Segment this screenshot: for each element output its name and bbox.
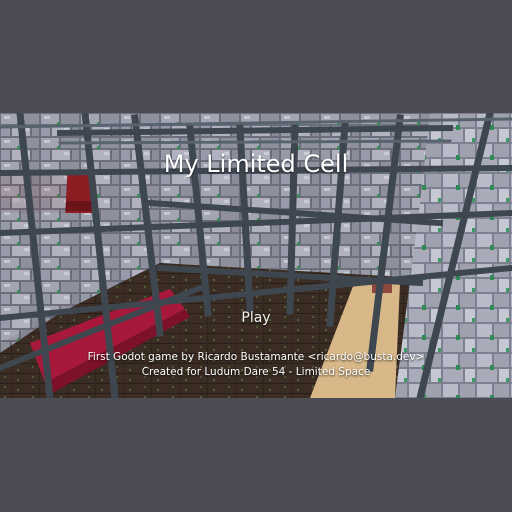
- credits-author: First Godot game by Ricardo Bustamante <…: [87, 351, 425, 363]
- letterbox-top: [0, 0, 512, 113]
- letterbox-bottom: [0, 398, 512, 512]
- game-viewport: My Limited Cell Play First Godot game by…: [0, 113, 512, 398]
- play-button[interactable]: Play: [226, 306, 286, 330]
- game-title: My Limited Cell: [163, 150, 349, 178]
- credits: First Godot game by Ricardo Bustamante <…: [0, 350, 512, 380]
- credits-event: Created for Ludum Dare 54 - Limited Spac…: [141, 366, 371, 378]
